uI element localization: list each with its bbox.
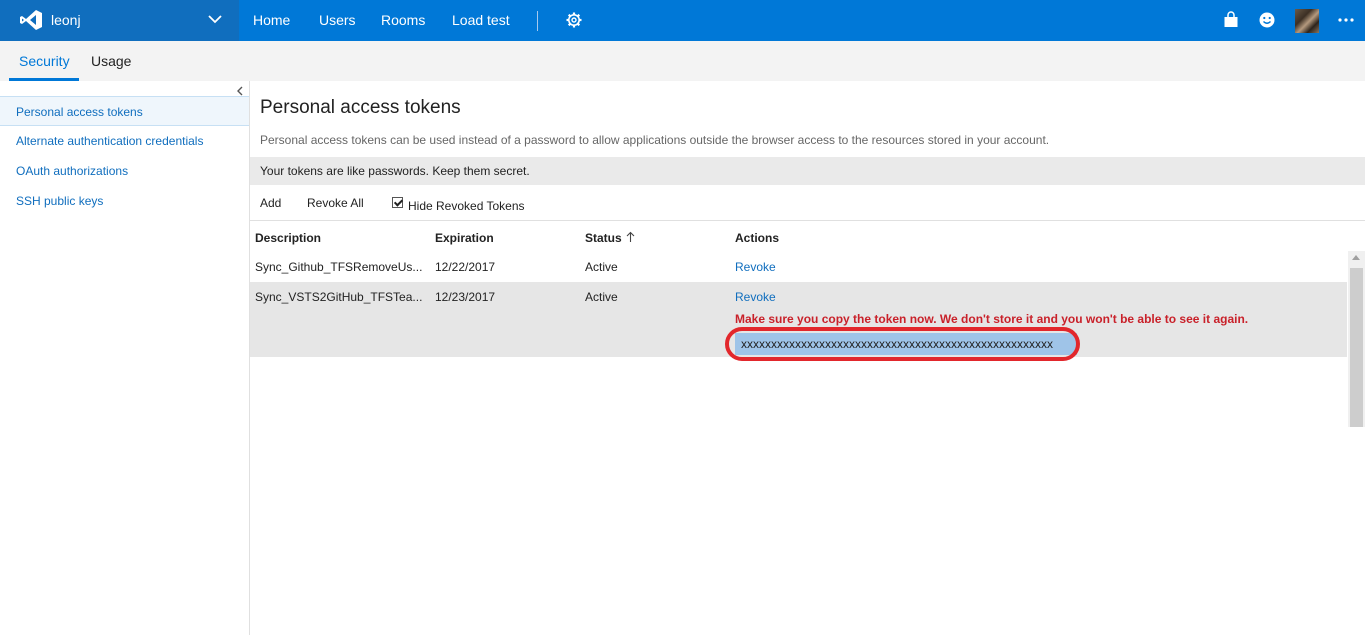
sidebar: Personal access tokens Alternate authent…: [0, 81, 250, 635]
top-bar: leonj Home Users Rooms Load test: [0, 0, 1365, 41]
page-title: Personal access tokens: [260, 97, 461, 118]
tab-security[interactable]: Security: [19, 53, 70, 69]
more-ellipsis-icon[interactable]: [1337, 11, 1355, 29]
page-description: Personal access tokens can be used inste…: [260, 133, 1050, 147]
visual-studio-logo-icon: [20, 10, 42, 30]
nav-users[interactable]: Users: [319, 12, 356, 28]
revoke-token-link[interactable]: Revoke: [735, 260, 776, 274]
column-header-description[interactable]: Description: [255, 231, 321, 245]
token-value-field[interactable]: [735, 333, 1077, 355]
nav-rooms[interactable]: Rooms: [381, 12, 425, 28]
sidebar-item-personal-access-tokens[interactable]: Personal access tokens: [0, 96, 249, 126]
toolbar-divider: [250, 220, 1365, 221]
nav-home[interactable]: Home: [253, 12, 290, 28]
column-header-status[interactable]: Status: [585, 231, 622, 245]
revoke-all-button[interactable]: Revoke All: [307, 196, 364, 210]
scroll-up-arrow-icon[interactable]: [1352, 255, 1360, 260]
copy-token-warning: Make sure you copy the token now. We don…: [735, 312, 1249, 326]
secret-warning-banner: Your tokens are like passwords. Keep the…: [250, 157, 1365, 185]
token-expiration: 12/23/2017: [435, 290, 496, 304]
add-token-button[interactable]: Add: [260, 196, 281, 210]
column-header-expiration[interactable]: Expiration: [435, 231, 494, 245]
hide-revoked-label: Hide Revoked Tokens: [408, 199, 525, 213]
scrollbar-thumb[interactable]: [1350, 268, 1363, 427]
sort-ascending-arrow-icon: [626, 231, 635, 242]
nav-load-test[interactable]: Load test: [452, 12, 510, 28]
column-header-actions[interactable]: Actions: [735, 231, 779, 245]
token-description: Sync_VSTS2GitHub_TFSTea...: [255, 290, 423, 304]
hide-revoked-checkbox[interactable]: [392, 197, 403, 208]
shopping-bag-icon[interactable]: [1222, 11, 1240, 29]
tab-usage[interactable]: Usage: [91, 53, 131, 69]
settings-gear-icon[interactable]: [565, 11, 583, 29]
nav-divider: [537, 11, 538, 31]
chevron-down-icon[interactable]: [208, 14, 222, 24]
token-description: Sync_Github_TFSRemoveUs...: [255, 260, 423, 274]
table-scrollbar[interactable]: [1348, 251, 1365, 427]
main-content: Personal access tokens Personal access t…: [250, 81, 1365, 635]
sidebar-item-alternate-credentials[interactable]: Alternate authentication credentials: [0, 126, 249, 156]
sidebar-item-oauth-authorizations[interactable]: OAuth authorizations: [0, 156, 249, 186]
user-avatar[interactable]: [1295, 9, 1319, 33]
account-name: leonj: [51, 12, 81, 28]
smiley-feedback-icon[interactable]: [1258, 11, 1276, 29]
token-status: Active: [585, 290, 618, 304]
token-expiration: 12/22/2017: [435, 260, 496, 274]
settings-tab-bar: Security Usage: [0, 41, 1365, 81]
account-switcher[interactable]: leonj: [0, 0, 239, 41]
token-status: Active: [585, 260, 618, 274]
revoke-token-link[interactable]: Revoke: [735, 290, 776, 304]
sidebar-item-ssh-public-keys[interactable]: SSH public keys: [0, 186, 249, 216]
